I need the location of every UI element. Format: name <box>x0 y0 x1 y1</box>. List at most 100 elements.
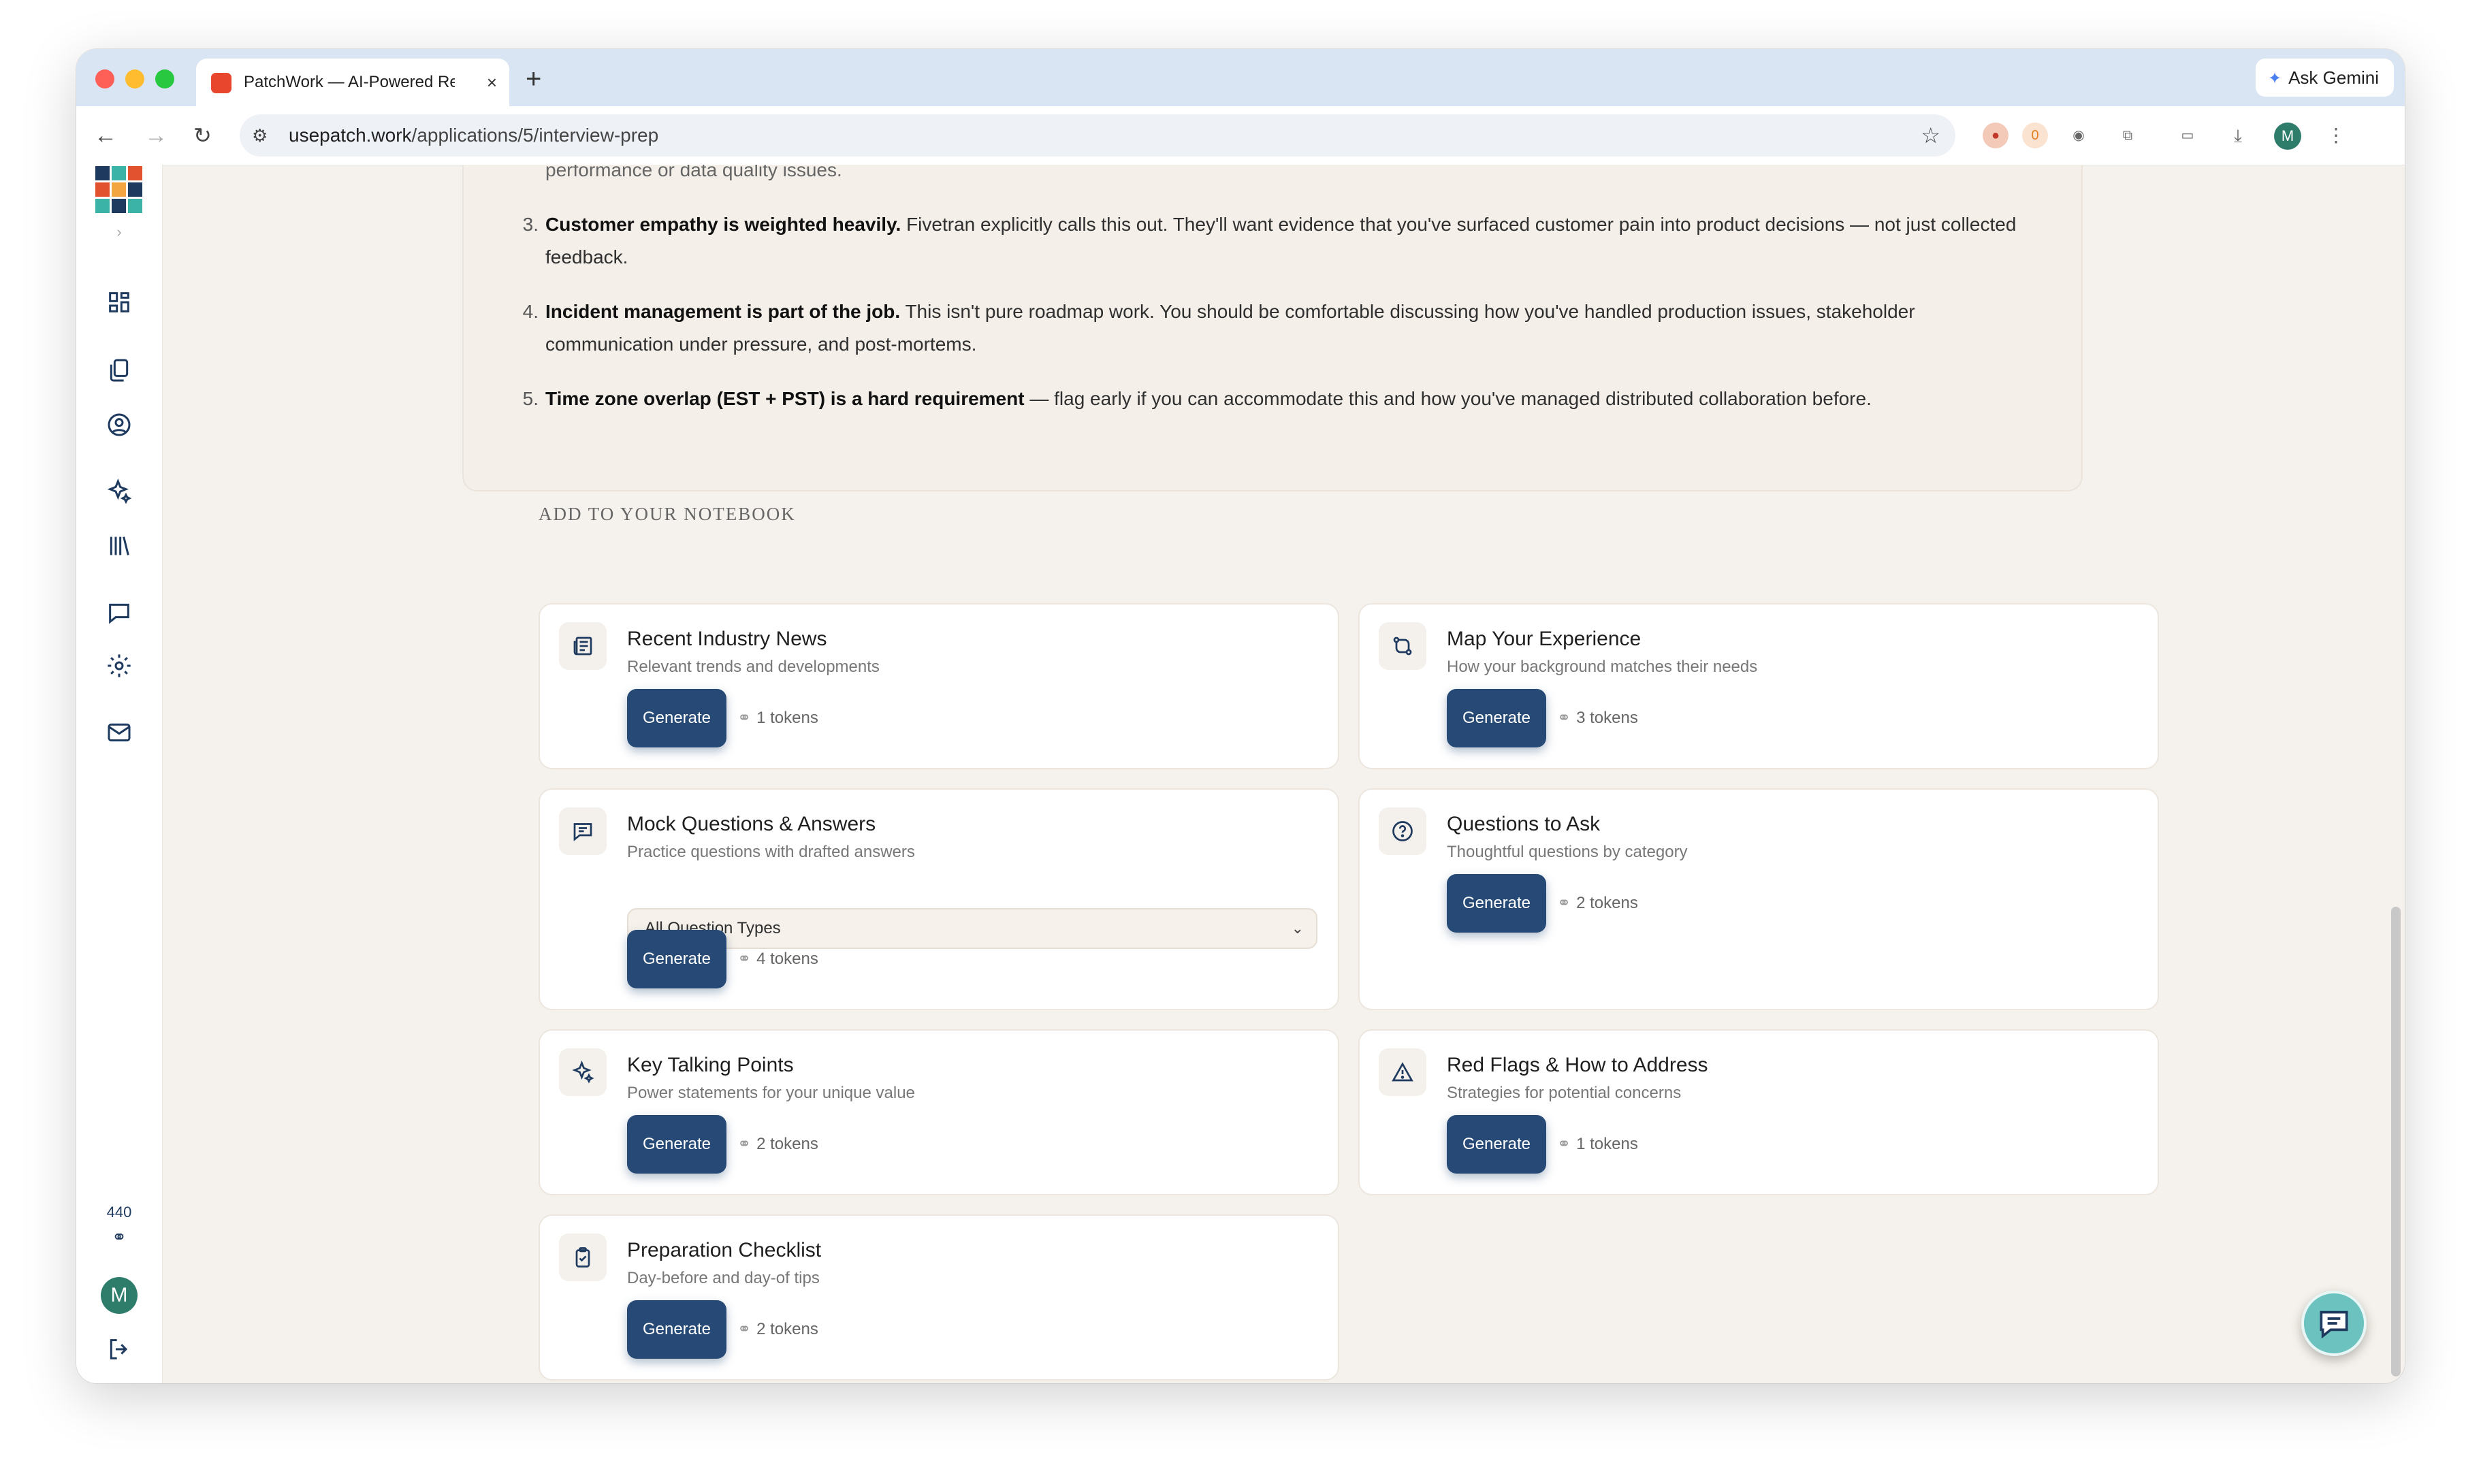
mail-icon[interactable] <box>106 719 133 746</box>
reload-icon[interactable]: ↻ <box>193 106 212 165</box>
token-cost-label: 2 tokens <box>1576 894 1638 912</box>
token-cost-label: 2 tokens <box>756 1135 818 1153</box>
notebook-card-checklist: Preparation Checklist Day-before and day… <box>539 1214 1339 1381</box>
generate-button[interactable]: Generate <box>1447 689 1546 747</box>
chat-support-button[interactable] <box>2301 1291 2367 1356</box>
tab-close-icon[interactable]: × <box>487 59 497 106</box>
extension-badge-count: 0 <box>2031 128 2039 143</box>
card-title: Map Your Experience <box>1447 628 1642 650</box>
insight-heading: Time zone overlap (EST + PST) is a hard … <box>545 388 1025 409</box>
camera-icon[interactable]: ◉ <box>2066 123 2092 148</box>
expand-chevron-icon[interactable]: › <box>106 223 133 251</box>
coins-icon: ⚭ <box>1557 709 1571 727</box>
card-title: Preparation Checklist <box>627 1239 822 1261</box>
browser-tab[interactable]: PatchWork — AI-Powered Re × <box>196 59 509 106</box>
token-cost: ⚭ 2 tokens <box>1557 874 1638 933</box>
patchwork-logo[interactable] <box>95 166 143 214</box>
user-avatar[interactable]: M <box>101 1277 138 1314</box>
insight-text-cont: feedback. <box>545 246 628 268</box>
warning-icon <box>1379 1048 1426 1096</box>
profile-avatar[interactable]: M <box>2274 123 2301 150</box>
insight-number: 4. <box>522 301 539 322</box>
ask-gemini-label: Ask Gemini <box>2288 67 2379 88</box>
generate-button[interactable]: Generate <box>627 930 726 988</box>
notebook-card-industry-news: Recent Industry News Relevant trends and… <box>539 603 1339 769</box>
extension-badge-icon[interactable]: 0 <box>2022 123 2048 148</box>
extension-icon[interactable]: ● <box>1983 123 2008 148</box>
newspaper-icon <box>559 622 607 670</box>
logout-icon[interactable] <box>106 1336 133 1363</box>
notebook-card-red-flags: Red Flags & How to Address Strategies fo… <box>1358 1029 2159 1195</box>
documents-icon[interactable] <box>106 357 133 384</box>
bookmark-star-icon[interactable]: ☆ <box>1921 114 1940 157</box>
new-tab-button[interactable]: + <box>526 59 541 99</box>
maximize-window-button[interactable] <box>155 69 174 88</box>
insight-number: 5. <box>522 388 539 409</box>
insight-text: — flag early if you can accommodate this… <box>1024 388 1872 409</box>
url-text: usepatch.work/applications/5/interview-p… <box>289 114 658 157</box>
coins-icon: ⚭ <box>737 1135 752 1153</box>
kebab-menu-icon[interactable]: ⋮ <box>2323 123 2349 148</box>
notebook-card-talking-points: Key Talking Points Power statements for … <box>539 1029 1339 1195</box>
generate-button[interactable]: Generate <box>627 689 726 747</box>
minimize-window-button[interactable] <box>125 69 144 88</box>
tab-strip: PatchWork — AI-Powered Re × + ✦ Ask Gemin… <box>76 49 2405 106</box>
browser-toolbar: ← → ↻ ⚙ usepatch.work/applications/5/int… <box>76 106 2405 165</box>
insights-card: performance or data quality issues. 3. C… <box>462 165 2083 491</box>
tab-title: PatchWork — AI-Powered Re <box>244 73 455 91</box>
token-cost-label: 2 tokens <box>756 1320 818 1338</box>
card-subtitle: Thoughtful questions by category <box>1447 843 1688 861</box>
coins-icon: ⚭ <box>737 709 752 727</box>
close-window-button[interactable] <box>95 69 114 88</box>
tab-search-icon[interactable]: ▭ <box>2175 123 2200 148</box>
insight-item-5: 5. Time zone overlap (EST + PST) is a ha… <box>523 383 1872 415</box>
address-bar[interactable]: ⚙ usepatch.work/applications/5/interview… <box>240 114 1955 157</box>
card-title: Red Flags & How to Address <box>1447 1054 1708 1076</box>
forward-arrow-icon[interactable]: → <box>144 106 167 165</box>
generate-button[interactable]: Generate <box>627 1300 726 1359</box>
url-host: usepatch.work <box>289 125 412 146</box>
token-cost-label: 4 tokens <box>756 950 818 968</box>
main-content: performance or data quality issues. 3. C… <box>163 165 2405 1383</box>
generate-button[interactable]: Generate <box>1447 1115 1546 1174</box>
card-subtitle: Practice questions with drafted answers <box>627 843 915 861</box>
token-cost: ⚭ 3 tokens <box>1557 689 1638 747</box>
token-cost: ⚭ 4 tokens <box>737 930 818 988</box>
coins-icon: ⚭ <box>737 1320 752 1338</box>
chat-bubble-icon <box>2320 1310 2348 1339</box>
ask-gemini-button[interactable]: ✦ Ask Gemini <box>2255 59 2394 97</box>
message-icon <box>559 807 607 855</box>
settings-gear-icon[interactable] <box>106 652 133 679</box>
token-cost: ⚭ 1 tokens <box>1557 1115 1638 1174</box>
question-icon <box>1379 807 1426 855</box>
coins-icon: ⚭ <box>737 950 752 968</box>
card-title: Key Talking Points <box>627 1054 794 1076</box>
insight-text: This isn't pure roadmap work. You should… <box>900 301 1915 322</box>
sparkles-icon[interactable] <box>106 478 133 505</box>
card-subtitle: Day-before and day-of tips <box>627 1269 820 1287</box>
card-subtitle: Strategies for potential concerns <box>1447 1084 1682 1102</box>
dashboard-icon[interactable] <box>106 289 133 316</box>
page-scrollbar[interactable] <box>2391 907 2401 1376</box>
insight-item-3: 3. Customer empathy is weighted heavily.… <box>523 208 2017 274</box>
generate-button[interactable]: Generate <box>627 1115 726 1174</box>
url-path: /applications/5/interview-prep <box>411 125 659 146</box>
download-icon[interactable]: ⤓ <box>2225 123 2251 148</box>
question-type-select[interactable]: All Question Types ⌄ <box>627 908 1317 949</box>
insight-text: Fivetran explicitly calls this out. They… <box>901 214 2017 235</box>
user-circle-icon[interactable] <box>106 411 133 438</box>
puzzle-extensions-icon[interactable]: ⧉ <box>2115 123 2141 148</box>
chat-icon[interactable] <box>106 599 133 626</box>
section-title: ADD TO YOUR NOTEBOOK <box>539 504 796 524</box>
insight-partial-text: performance or data quality issues. <box>545 165 842 180</box>
generate-button[interactable]: Generate <box>1447 874 1546 933</box>
token-cost-label: 3 tokens <box>1576 709 1638 727</box>
library-icon[interactable] <box>106 532 133 560</box>
browser-window: PatchWork — AI-Powered Re × + ✦ Ask Gemin… <box>76 49 2405 1383</box>
token-cost: ⚭ 2 tokens <box>737 1115 818 1174</box>
app-sidebar: › 440 ⚭ M <box>76 165 163 1383</box>
coins-icon: ⚭ <box>1557 1135 1571 1153</box>
site-settings-icon[interactable]: ⚙ <box>252 114 268 157</box>
card-title: Recent Industry News <box>627 628 827 650</box>
back-arrow-icon[interactable]: ← <box>94 106 117 165</box>
